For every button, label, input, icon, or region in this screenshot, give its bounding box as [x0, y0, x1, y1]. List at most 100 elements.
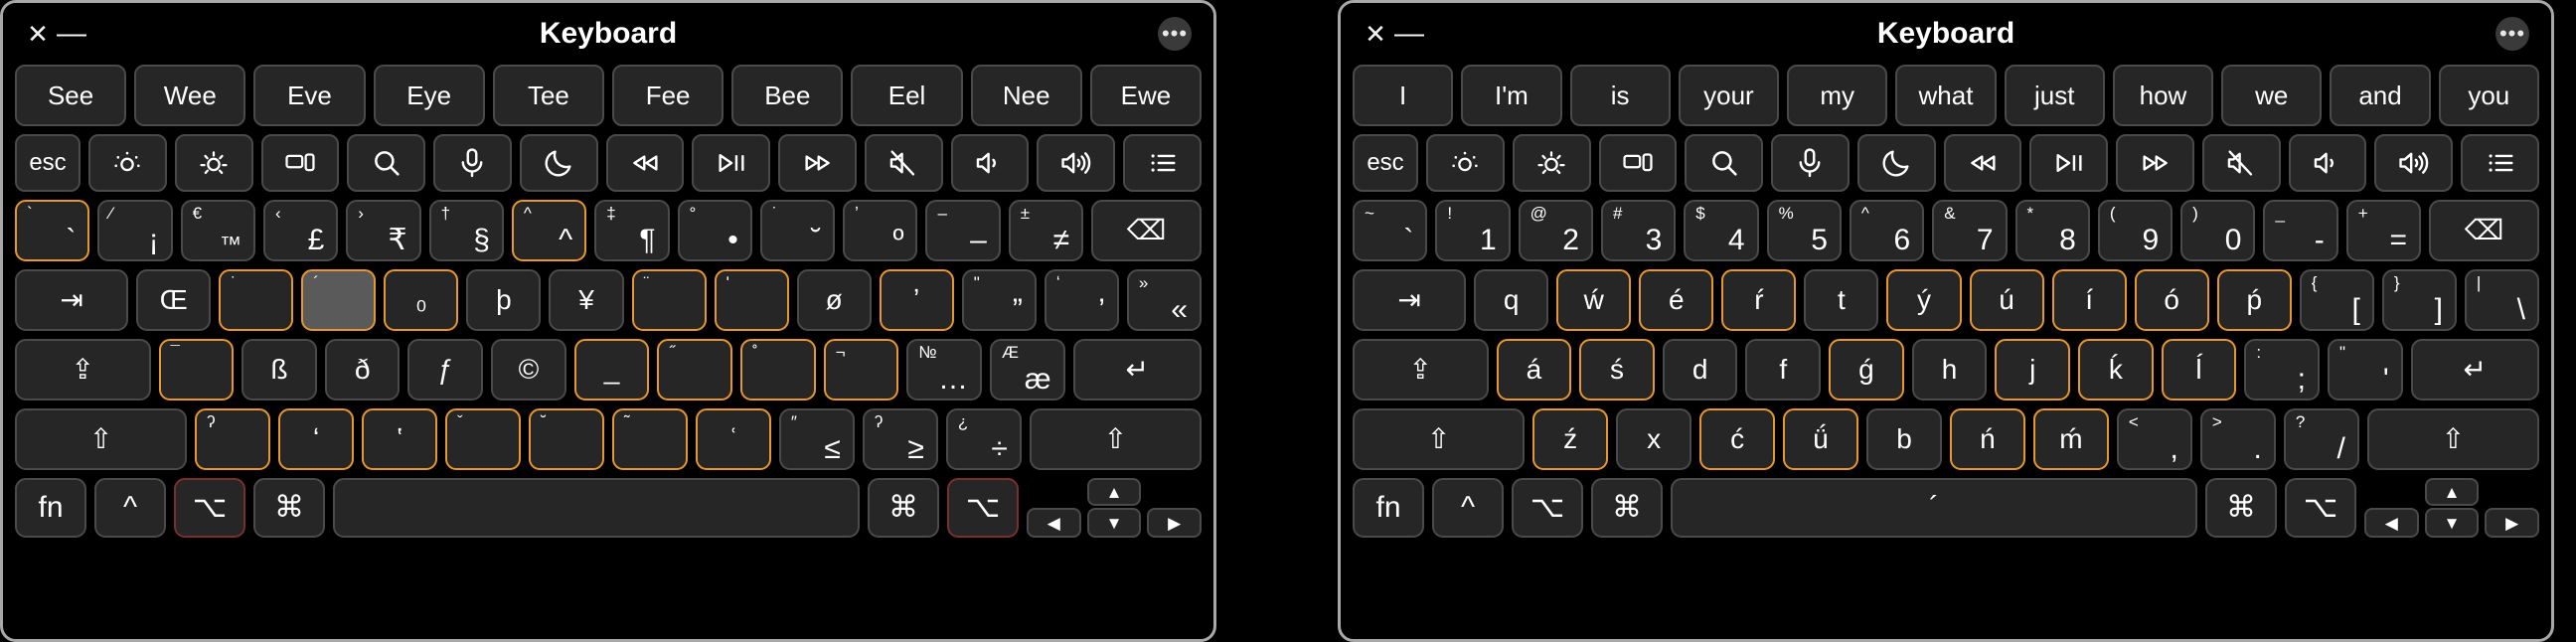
suggestion-1[interactable]: Wee	[134, 65, 246, 126]
qwerty-key-1[interactable]: q	[1474, 269, 1549, 331]
zx-key-7[interactable]: ʿ	[695, 408, 771, 470]
zx-key-4[interactable]: ˇ	[445, 408, 522, 470]
home-key-1[interactable]: á	[1496, 339, 1572, 401]
qwerty-key-7[interactable]: ¨	[631, 269, 707, 331]
zx-key-1[interactable]: ź	[1532, 408, 1609, 470]
num-key-7[interactable]: & 7	[1932, 200, 2008, 261]
caps-lock-key[interactable]: ⇪	[15, 339, 151, 401]
num-key-12[interactable]: + =	[2345, 200, 2422, 261]
shift-left-key[interactable]: ⇧	[15, 408, 188, 470]
fn-key[interactable]: fn	[1353, 478, 1424, 538]
command-right-key[interactable]: ⌘	[2205, 478, 2277, 538]
mission-control-key[interactable]	[260, 134, 340, 192]
return-key[interactable]: ↵	[2410, 339, 2539, 401]
do-not-disturb-key[interactable]	[1856, 134, 1936, 192]
rewind-key[interactable]	[1943, 134, 2022, 192]
num-key-12[interactable]: ± ≠	[1008, 200, 1084, 261]
escape-key[interactable]: esc	[1353, 134, 1418, 192]
home-key-10[interactable]: №…	[906, 339, 982, 401]
volume-up-key[interactable]	[2374, 134, 2454, 192]
space-key[interactable]	[333, 478, 860, 538]
num-key-9[interactable]: (9	[2097, 200, 2174, 261]
home-key-11[interactable]: Ææ	[989, 339, 1065, 401]
suggestion-7[interactable]: how	[2112, 65, 2214, 126]
zx-key-6[interactable]: ń	[1949, 408, 2025, 470]
spotlight-key[interactable]	[1685, 134, 1764, 192]
volume-down-key[interactable]	[2288, 134, 2367, 192]
zx-key-10[interactable]: ¿ ÷	[945, 408, 1022, 470]
arrow-up-key[interactable]: ▲	[2425, 478, 2479, 506]
suggestion-4[interactable]: Tee	[492, 65, 605, 126]
suggestion-2[interactable]: Eve	[253, 65, 366, 126]
return-key[interactable]: ↵	[1072, 339, 1202, 401]
home-key-3[interactable]: ð	[324, 339, 401, 401]
qwerty-key-5[interactable]: þ	[466, 269, 542, 331]
mute-key[interactable]	[2201, 134, 2281, 192]
num-key-2[interactable]: @2	[1518, 200, 1593, 261]
suggestion-2[interactable]: is	[1569, 65, 1671, 126]
num-key-6[interactable]: ^ 6	[1849, 200, 1925, 261]
mute-key[interactable]	[864, 134, 943, 192]
shift-right-key[interactable]: ⇧	[2366, 408, 2539, 470]
fast-forward-key[interactable]	[2116, 134, 2194, 192]
num-key-3[interactable]: ‹ £	[262, 200, 339, 261]
num-key-0[interactable]: ~ `	[1353, 200, 1428, 261]
zx-key-10[interactable]: ? /	[2283, 408, 2359, 470]
home-key-9[interactable]: ĺ	[2161, 339, 2237, 401]
home-key-8[interactable]: ḱ	[2078, 339, 2154, 401]
suggestion-0[interactable]: I	[1353, 65, 1454, 126]
option-left-key[interactable]: ⌥	[1512, 478, 1583, 538]
home-key-2[interactable]: ś	[1579, 339, 1655, 401]
suggestion-10[interactable]: you	[2438, 65, 2539, 126]
caps-lock-key[interactable]: ⇪	[1353, 339, 1489, 401]
zx-key-3[interactable]: ć	[1699, 408, 1776, 470]
num-key-11[interactable]: _ -	[2263, 200, 2338, 261]
suggestion-6[interactable]: Bee	[731, 65, 844, 126]
suggestion-9[interactable]: Ewe	[1089, 65, 1203, 126]
qwerty-key-12[interactable]: ʻ’	[1044, 269, 1119, 331]
option-left-key[interactable]: ⌥	[174, 478, 245, 538]
brightness-down-key[interactable]	[1426, 134, 1505, 192]
arrow-left-key[interactable]: ◀	[1027, 508, 1081, 538]
home-key-4[interactable]: ƒ	[407, 339, 484, 401]
more-options-icon[interactable]: •••	[1158, 17, 1192, 51]
escape-key[interactable]: esc	[15, 134, 80, 192]
close-icon[interactable]: ✕	[1359, 17, 1392, 51]
do-not-disturb-key[interactable]	[519, 134, 598, 192]
minimize-icon[interactable]: —	[1392, 17, 1426, 51]
zx-key-9[interactable]: >.	[2199, 408, 2276, 470]
num-key-2[interactable]: € ™	[180, 200, 255, 261]
qwerty-key-9[interactable]: ø	[796, 269, 872, 331]
brightness-up-key[interactable]	[1512, 134, 1591, 192]
qwerty-key-4[interactable]: ŕ	[1721, 269, 1797, 331]
suggestion-8[interactable]: we	[2221, 65, 2323, 126]
play-pause-key[interactable]	[692, 134, 771, 192]
qwerty-key-11[interactable]: {[	[2299, 269, 2374, 331]
num-key-11[interactable]: – –	[925, 200, 1001, 261]
home-key-5[interactable]: ǵ	[1829, 339, 1904, 401]
command-left-key[interactable]: ⌘	[1591, 478, 1663, 538]
home-key-2[interactable]: ß	[242, 339, 317, 401]
zx-key-6[interactable]: ˜	[611, 408, 688, 470]
qwerty-key-11[interactable]: "”	[961, 269, 1037, 331]
qwerty-key-2[interactable]: ˙	[219, 269, 294, 331]
home-key-6[interactable]: _	[573, 339, 650, 401]
more-options-icon[interactable]: •••	[2496, 17, 2529, 51]
qwerty-key-7[interactable]: ú	[1969, 269, 2044, 331]
num-key-1[interactable]: ⁄ ¡	[97, 200, 173, 261]
qwerty-key-5[interactable]: t	[1804, 269, 1879, 331]
suggestion-8[interactable]: Nee	[970, 65, 1082, 126]
qwerty-key-10[interactable]: ʼ	[879, 269, 954, 331]
qwerty-key-2[interactable]: ẃ	[1556, 269, 1632, 331]
volume-up-key[interactable]	[1037, 134, 1116, 192]
suggestion-5[interactable]: Fee	[612, 65, 724, 126]
zx-key-8[interactable]: ″ ≤	[778, 408, 855, 470]
zx-key-5[interactable]: b	[1866, 408, 1942, 470]
num-key-3[interactable]: #3	[1600, 200, 1677, 261]
home-key-6[interactable]: h	[1911, 339, 1988, 401]
zx-key-2[interactable]: x	[1616, 408, 1692, 470]
qwerty-key-4[interactable]: ₀	[384, 269, 459, 331]
space-key[interactable]: ´	[1671, 478, 2197, 538]
dictation-key[interactable]	[433, 134, 512, 192]
zx-key-1[interactable]: ʔ	[195, 408, 271, 470]
